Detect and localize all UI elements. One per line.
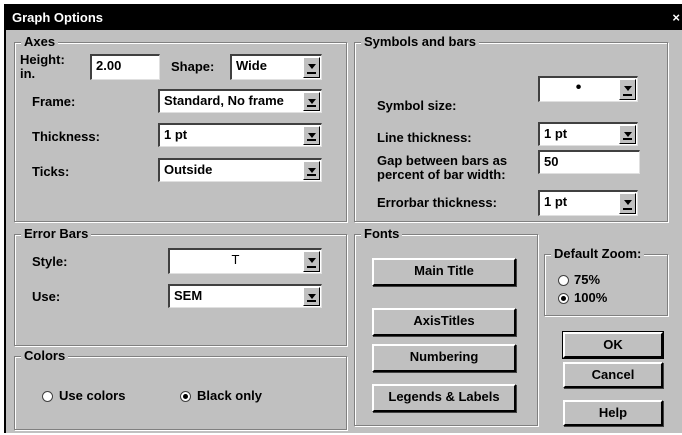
zoom-100-label[interactable]: 100%: [574, 290, 607, 305]
chevron-down-icon[interactable]: [303, 92, 320, 111]
use-value: SEM: [174, 288, 203, 303]
use-colors-radio[interactable]: [42, 391, 53, 402]
main-title-button[interactable]: Main Title: [372, 258, 516, 286]
black-only-label[interactable]: Black only: [197, 388, 262, 403]
chevron-down-icon[interactable]: [619, 79, 636, 100]
ticks-select[interactable]: Outside: [158, 158, 322, 182]
use-select[interactable]: SEM: [168, 284, 322, 308]
colors-group-label: Colors: [21, 348, 69, 363]
zoom-75-label[interactable]: 75%: [574, 272, 600, 287]
chevron-down-icon[interactable]: [619, 193, 636, 214]
frame-label: Frame:: [32, 94, 76, 109]
symbol-size-select[interactable]: •: [538, 76, 638, 102]
axes-group-label: Axes: [21, 34, 59, 49]
axis-titles-button[interactable]: AxisTitles: [372, 308, 516, 336]
shape-select[interactable]: Wide: [230, 54, 322, 80]
black-only-radio[interactable]: [180, 391, 191, 402]
style-label: Style:: [32, 254, 68, 269]
thickness-select[interactable]: 1 pt: [158, 123, 322, 147]
gap-input[interactable]: 50: [538, 150, 640, 174]
chevron-down-icon[interactable]: [303, 161, 320, 180]
symbol-size-label: Symbol size:: [377, 98, 457, 113]
close-icon[interactable]: ×: [672, 10, 680, 25]
height-unit-label: in.: [20, 66, 36, 81]
ticks-value: Outside: [164, 162, 213, 177]
dialog-title: Graph Options: [12, 10, 103, 25]
errorbar-thickness-select[interactable]: 1 pt: [538, 190, 638, 216]
ticks-label: Ticks:: [32, 164, 70, 179]
numbering-button[interactable]: Numbering: [372, 344, 516, 372]
use-label: Use:: [32, 289, 61, 304]
shape-label: Shape:: [171, 59, 215, 74]
symbols-group-label: Symbols and bars: [361, 34, 479, 49]
shape-value: Wide: [236, 58, 267, 73]
gap-label-line-1: Gap between bars as: [377, 153, 508, 168]
zoom-100-radio[interactable]: [558, 293, 569, 304]
errorbar-thickness-value: 1 pt: [544, 194, 568, 209]
errorbar-thickness-label: Errorbar thickness:: [377, 195, 497, 210]
graph-options-dialog: Graph Options × Axes Height: in. 2.00 Sh…: [4, 4, 682, 433]
chevron-down-icon[interactable]: [303, 57, 320, 78]
frame-value: Standard, No frame: [164, 93, 284, 108]
gap-label-line-2: percent of bar width:: [377, 167, 506, 182]
title-bar: Graph Options ×: [6, 6, 682, 30]
legends-labels-button[interactable]: Legends & Labels: [372, 384, 516, 412]
style-select[interactable]: T: [168, 248, 322, 274]
thickness-label: Thickness:: [32, 129, 100, 144]
chevron-down-icon[interactable]: [303, 251, 320, 272]
symbol-size-value: •: [575, 79, 582, 96]
zoom-group-label: Default Zoom:: [551, 246, 645, 261]
cancel-button[interactable]: Cancel: [563, 362, 663, 388]
chevron-down-icon[interactable]: [619, 125, 636, 144]
help-button[interactable]: Help: [563, 400, 663, 426]
height-label: Height:: [20, 52, 65, 67]
chevron-down-icon[interactable]: [303, 287, 320, 306]
zoom-75-radio[interactable]: [558, 275, 569, 286]
style-value: T: [231, 252, 240, 267]
frame-select[interactable]: Standard, No frame: [158, 89, 322, 113]
error-bars-group-label: Error Bars: [21, 226, 92, 241]
ok-button[interactable]: OK: [562, 331, 664, 359]
line-thickness-select[interactable]: 1 pt: [538, 122, 638, 146]
fonts-group-label: Fonts: [361, 226, 403, 241]
chevron-down-icon[interactable]: [303, 126, 320, 145]
height-input[interactable]: 2.00: [90, 54, 160, 80]
use-colors-label[interactable]: Use colors: [59, 388, 125, 403]
line-thickness-label: Line thickness:: [377, 130, 472, 145]
line-thickness-value: 1 pt: [544, 126, 568, 141]
thickness-value: 1 pt: [164, 127, 188, 142]
